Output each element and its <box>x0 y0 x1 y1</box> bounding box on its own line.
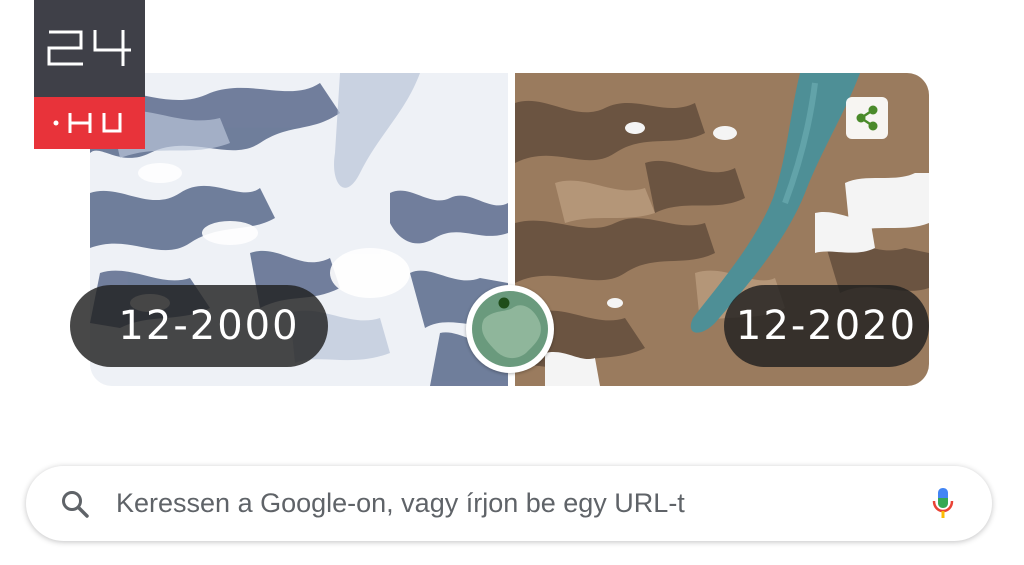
logo-domain-glyphs <box>53 113 122 133</box>
logo-number-block <box>34 0 145 97</box>
search-icon <box>62 491 89 518</box>
logo-domain-block <box>34 97 145 149</box>
mic-icon[interactable] <box>931 486 955 522</box>
site-logo[interactable] <box>34 0 145 149</box>
doodle[interactable]: 12-2000 12-2020 <box>70 73 929 386</box>
search-bar[interactable]: Keressen a Google-on, vagy írjon be egy … <box>26 466 992 541</box>
search-input[interactable]: Keressen a Google-on, vagy írjon be egy … <box>116 466 685 541</box>
share-icon <box>856 105 878 131</box>
date-label-after: 12-2020 <box>724 285 929 367</box>
share-button[interactable] <box>846 97 888 139</box>
date-label-before: 12-2000 <box>70 285 328 367</box>
globe-button[interactable] <box>466 285 554 373</box>
globe-icon <box>472 291 548 367</box>
logo-number-glyphs <box>47 30 131 66</box>
